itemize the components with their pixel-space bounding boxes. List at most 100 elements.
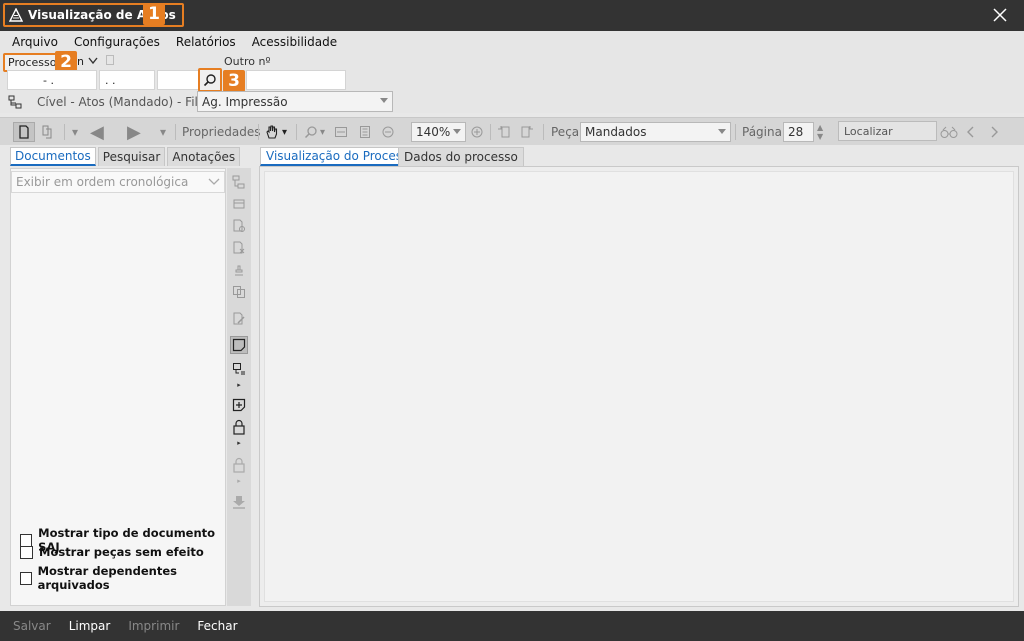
rotate-right-button[interactable]	[519, 122, 535, 142]
download-button[interactable]	[230, 493, 248, 511]
lock-disabled-icon	[233, 457, 245, 473]
document-list[interactable]: Exibir em ordem cronológica Mostrar tipo…	[10, 168, 226, 606]
expand-arrow-icon[interactable]: ▸	[230, 472, 248, 490]
multi-page-view-button[interactable]	[38, 122, 56, 142]
close-window-button[interactable]	[990, 5, 1010, 25]
tab-documentos[interactable]: Documentos	[10, 147, 96, 166]
tab-dados-processo[interactable]: Dados do processo	[398, 147, 524, 166]
dropdown-arrow-icon: ▾	[320, 126, 326, 138]
fechar-button[interactable]: Fechar	[197, 619, 237, 633]
properties-button[interactable]: Propriedades	[182, 122, 261, 142]
process-number-input[interactable]: - .	[7, 70, 97, 90]
stack-icon	[233, 199, 245, 209]
hierarchy-icon	[8, 95, 22, 109]
zoom-out-button[interactable]	[382, 122, 394, 142]
document-tree-button[interactable]	[230, 173, 248, 191]
menu-relatorios[interactable]: Relatórios	[176, 35, 236, 49]
search-process-button[interactable]	[198, 68, 222, 92]
document-side-toolbar: ▸ ▸ ▸	[227, 168, 251, 606]
rotate-left-button[interactable]	[496, 122, 512, 142]
find-previous-button[interactable]	[967, 122, 975, 142]
tab-pesquisar[interactable]: Pesquisar	[97, 147, 166, 166]
zoom-select[interactable]: 140%	[411, 122, 466, 142]
note-icon	[232, 338, 246, 352]
checkbox-show-archived[interactable]: Mostrar dependentes arquivados	[20, 564, 225, 592]
zoom-tool-button[interactable]: ▾	[304, 122, 325, 142]
localizar-input[interactable]: Localizar	[838, 121, 937, 141]
document-viewer[interactable]	[259, 166, 1019, 607]
chevron-down-icon	[380, 98, 388, 103]
dropdown-arrow-icon[interactable]: ▾	[72, 122, 78, 142]
imprimir-button[interactable]: Imprimir	[128, 619, 179, 633]
stamp-icon	[235, 265, 243, 276]
peca-label: Peça	[551, 125, 580, 139]
page-spinner[interactable]: ▲ ▼	[817, 123, 823, 143]
pagina-label: Página	[742, 125, 782, 139]
process-number-value: - .	[43, 73, 54, 87]
toolbar-separator	[543, 124, 544, 140]
add-note-button[interactable]	[230, 396, 248, 414]
checkbox-box[interactable]	[20, 571, 32, 585]
chevron-down-icon[interactable]	[88, 57, 98, 65]
document-edit-icon	[233, 312, 245, 325]
single-page-view-button[interactable]	[13, 122, 35, 142]
process-origin-input[interactable]	[157, 70, 199, 90]
checkbox-box[interactable]	[20, 545, 33, 559]
download-icon	[233, 496, 245, 509]
right-panel: Visualização do Processo Dados do proces…	[259, 147, 1019, 607]
expand-arrow-icon[interactable]: ▸	[230, 376, 248, 394]
outro-numero-label: Outro nº	[224, 55, 271, 68]
fit-page-button[interactable]	[358, 122, 372, 142]
menu-bar: Arquivo Configurações Relatórios Acessib…	[0, 31, 1024, 53]
zoom-in-button[interactable]	[471, 122, 483, 142]
close-icon	[993, 8, 1007, 22]
rotate-page-left-icon	[498, 126, 510, 138]
outro-numero-input[interactable]	[246, 70, 346, 90]
page-icon	[19, 125, 29, 139]
menu-configuracoes[interactable]: Configurações	[74, 35, 160, 49]
annotation-badge-1: 1	[143, 3, 165, 25]
menu-arquivo[interactable]: Arquivo	[12, 35, 58, 49]
viewer-canvas	[264, 171, 1014, 602]
copy-settings-button[interactable]	[230, 217, 248, 235]
order-select[interactable]: Exibir em ordem cronológica	[11, 171, 225, 193]
plus-circle-icon	[471, 126, 483, 138]
page-number-input[interactable]: 28	[783, 122, 814, 142]
annotation-badge-3: 3	[223, 70, 245, 92]
chevron-right-icon	[991, 126, 998, 138]
checkbox-show-no-effect[interactable]: Mostrar peças sem efeito	[20, 545, 204, 559]
stack-documents-button[interactable]	[230, 195, 248, 213]
note-button[interactable]	[230, 336, 248, 354]
previous-arrow-icon[interactable]: ◀	[90, 122, 104, 143]
sign-document-button[interactable]	[230, 261, 248, 279]
spinner-down-icon[interactable]: ▼	[817, 132, 823, 141]
next-arrow-icon[interactable]: ▶	[127, 122, 141, 143]
process-year-input[interactable]: . .	[99, 70, 155, 90]
app-logo-icon	[9, 8, 23, 22]
hand-tool-button[interactable]: ▾	[264, 122, 287, 142]
minus-circle-icon	[382, 126, 394, 138]
tab-anotacoes[interactable]: Anotações	[167, 147, 241, 166]
expand-arrow-icon[interactable]: ▸	[230, 434, 248, 452]
info-icon	[106, 55, 114, 65]
edit-document-button[interactable]	[230, 310, 248, 328]
spinner-up-icon[interactable]: ▲	[817, 123, 823, 132]
find-button[interactable]	[940, 122, 958, 142]
limpar-button[interactable]: Limpar	[69, 619, 111, 633]
find-next-button[interactable]	[990, 122, 998, 142]
peca-select[interactable]: Mandados	[580, 122, 731, 142]
title-bar: Visualização de Autos 1	[0, 0, 1024, 31]
toolbar-separator	[175, 124, 176, 140]
dropdown-arrow-icon[interactable]: ▾	[160, 122, 166, 142]
pages-icon	[42, 125, 52, 139]
remove-document-button[interactable]	[230, 239, 248, 257]
toolbar-separator	[64, 124, 65, 140]
salvar-button[interactable]: Salvar	[13, 619, 51, 633]
page-number-value: 28	[788, 125, 804, 139]
queue-select-value: Ag. Impressão	[202, 94, 288, 109]
copy-document-button[interactable]	[230, 283, 248, 301]
fit-width-button[interactable]	[334, 122, 348, 142]
queue-select[interactable]: Ag. Impressão	[197, 91, 393, 112]
menu-acessibilidade[interactable]: Acessibilidade	[252, 35, 337, 49]
binoculars-icon	[940, 126, 958, 138]
